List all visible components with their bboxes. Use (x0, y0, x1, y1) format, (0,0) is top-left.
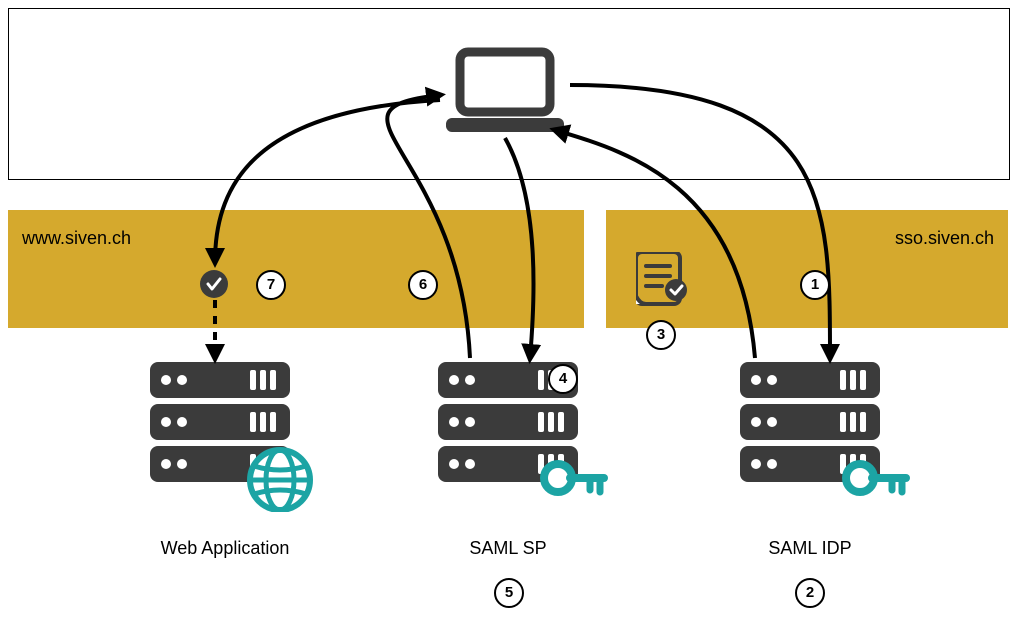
sp-label: SAML SP (438, 538, 578, 559)
step-2-badge: 2 (795, 578, 825, 608)
flow-arrows (0, 0, 1016, 620)
step-7-badge: 7 (256, 270, 286, 300)
webapp-label: Web Application (150, 538, 300, 559)
step-5-badge: 5 (494, 578, 524, 608)
step-1-badge: 1 (800, 270, 830, 300)
step-4-badge: 4 (548, 364, 578, 394)
step-6-badge: 6 (408, 270, 438, 300)
idp-label: SAML IDP (740, 538, 880, 559)
step-3-badge: 3 (646, 320, 676, 350)
